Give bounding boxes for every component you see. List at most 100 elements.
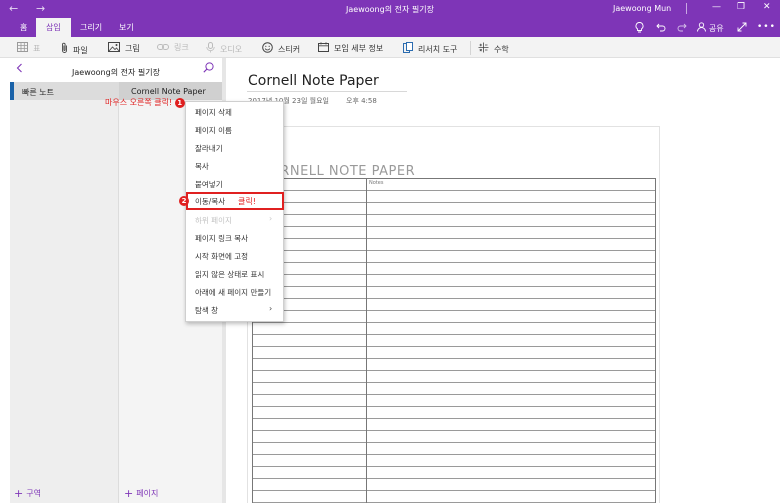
insert-file-button[interactable]: 파일 (61, 42, 88, 57)
titlebar-divider (686, 3, 687, 14)
page-title[interactable]: Cornell Note Paper (248, 73, 379, 89)
tab-home[interactable]: 홈 (20, 22, 27, 33)
add-page-button[interactable]: + 페이지 (124, 487, 158, 500)
right-click-annotation: 마우스 오른쪽 클릭! 1 (105, 97, 185, 108)
plus-icon: + (14, 487, 24, 500)
menu-item-label: 읽지 않은 상태로 표시 (195, 270, 265, 279)
menu-item-label: 탐색 창 (195, 306, 219, 315)
chevron-right-icon: › (269, 304, 273, 313)
page-canvas[interactable]: Cornell Note Paper 2017년 10월 23일 월요일 오후 … (226, 58, 780, 503)
notes-label: Notes (369, 180, 384, 186)
menu-item-mark-unread[interactable]: 읽지 않은 상태로 표시 (186, 265, 283, 283)
insert-file-label: 파일 (73, 46, 88, 55)
search-icon[interactable] (203, 62, 214, 76)
undo-icon[interactable] (656, 22, 666, 35)
menu-item-label: 페이지 이름 (195, 126, 232, 135)
menu-item-label: 붙여넣기 (195, 180, 223, 189)
researcher-label: 리서치 도구 (418, 45, 458, 54)
add-section-button[interactable]: + 구역 (14, 487, 41, 500)
menu-item-label: 아래에 새 페이지 만들기 (195, 288, 272, 297)
toolbar-divider (470, 41, 471, 55)
menu-item-pin-to-start[interactable]: 시작 화면에 고정 (186, 247, 283, 265)
menu-item-label: 페이지 삭제 (195, 108, 232, 117)
meeting-details-label: 모임 세부 정보 (334, 44, 384, 53)
tab-insert[interactable]: 삽입 (36, 18, 71, 37)
minimize-icon[interactable]: — (712, 2, 721, 12)
menu-item-label: 잘라내기 (195, 144, 223, 153)
cornell-grid: Notes (252, 178, 656, 503)
insert-table-button[interactable]: 표 (17, 42, 40, 55)
chevron-right-icon: › (269, 214, 273, 223)
page-label: Cornell Note Paper (131, 87, 206, 96)
page-context-menu: 페이지 삭제 페이지 이름 잘라내기 복사 붙여넣기 이동/복사 클릭! 하위 … (185, 101, 284, 322)
menu-item-label: 시작 화면에 고정 (195, 252, 249, 261)
redo-icon[interactable] (677, 22, 687, 35)
menu-item-label: 페이지 링크 복사 (195, 234, 249, 243)
plus-icon: + (124, 487, 134, 500)
right-click-text: 마우스 오른쪽 클릭! (105, 98, 173, 107)
meeting-details-button[interactable]: 모임 세부 정보 (318, 42, 383, 55)
link-icon (157, 43, 169, 54)
section-label: 빠른 노트 (22, 88, 54, 97)
menu-item-rename-page[interactable]: 페이지 이름 (186, 121, 283, 139)
researcher-icon (403, 42, 413, 56)
menu-item-label: 하위 페이지 (195, 216, 232, 225)
restore-icon[interactable]: ❐ (737, 2, 745, 12)
section-item-quick-notes[interactable]: 빠른 노트 (10, 82, 119, 100)
click-annotation: 클릭! (238, 197, 256, 206)
insert-picture-button[interactable]: 그림 (108, 42, 140, 55)
table-icon (17, 42, 28, 55)
cue-column-divider (366, 179, 367, 503)
math-icon (478, 42, 489, 56)
insert-picture-label: 그림 (125, 44, 140, 53)
menu-item-subpage: 하위 페이지 › (186, 211, 283, 229)
add-page-label: 페이지 (136, 489, 159, 498)
user-name[interactable]: Jaewoong Mun (613, 4, 671, 13)
title-underline (247, 91, 407, 92)
cornell-sheet-image: CORNELL NOTE PAPER Notes (247, 126, 660, 503)
tab-draw[interactable]: 그리기 (80, 22, 102, 33)
menu-item-new-page-below[interactable]: 아래에 새 페이지 만들기 (186, 283, 283, 301)
step-2-badge: 2 (179, 196, 189, 206)
calendar-icon (318, 42, 329, 55)
picture-icon (108, 42, 120, 55)
insert-link-label: 링크 (174, 43, 189, 52)
title-bar: ← → Jaewoong의 전자 필기장 Jaewoong Mun — ❐ ✕ (0, 0, 780, 18)
section-list: 빠른 노트 (10, 82, 119, 503)
notebook-header: Jaewoong의 전자 필기장 (10, 60, 222, 82)
smiley-icon (262, 42, 273, 56)
insert-link-button[interactable]: 링크 (157, 42, 189, 54)
close-icon[interactable]: ✕ (763, 2, 771, 12)
menu-item-cut[interactable]: 잘라내기 (186, 139, 283, 157)
insert-sticker-button[interactable]: 스티커 (262, 42, 300, 56)
math-label: 수학 (494, 45, 509, 54)
menu-item-move-copy[interactable]: 이동/복사 클릭! (186, 192, 284, 210)
share-button[interactable]: 공유 (697, 22, 724, 34)
menu-item-navigation-pane[interactable]: 탐색 창 › (186, 301, 283, 319)
section-color-marker (10, 82, 14, 100)
lightbulb-icon[interactable] (635, 22, 644, 36)
ribbon-tabs: 홈 삽입 그리기 보기 공유 ••• (0, 18, 780, 37)
menu-item-label: 복사 (195, 162, 209, 171)
add-section-label: 구역 (26, 489, 41, 498)
expand-icon[interactable] (737, 22, 747, 35)
researcher-button[interactable]: 리서치 도구 (403, 42, 457, 56)
page-time: 오후 4:58 (346, 97, 377, 105)
step-1-badge: 1 (174, 98, 185, 108)
insert-toolbar: 표 파일 그림 링크 오디오 스티커 모임 세부 정보 리서치 도구 수학 (0, 37, 780, 58)
paperclip-icon (61, 42, 68, 57)
ruled-lines (253, 179, 655, 503)
more-options-icon[interactable]: ••• (757, 22, 776, 32)
math-button[interactable]: 수학 (478, 42, 509, 56)
menu-item-copy[interactable]: 복사 (186, 157, 283, 175)
insert-sticker-label: 스티커 (278, 45, 301, 54)
menu-item-copy-page-link[interactable]: 페이지 링크 복사 (186, 229, 283, 247)
tab-view[interactable]: 보기 (119, 22, 134, 33)
notebook-title[interactable]: Jaewoong의 전자 필기장 (10, 67, 222, 78)
menu-item-delete-page[interactable]: 페이지 삭제 (186, 103, 283, 121)
insert-table-label: 표 (33, 44, 41, 53)
menu-item-label: 이동/복사 (195, 197, 226, 206)
insert-audio-button[interactable]: 오디오 (206, 42, 242, 56)
share-label: 공유 (708, 24, 724, 33)
menu-item-paste[interactable]: 붙여넣기 (186, 175, 283, 193)
